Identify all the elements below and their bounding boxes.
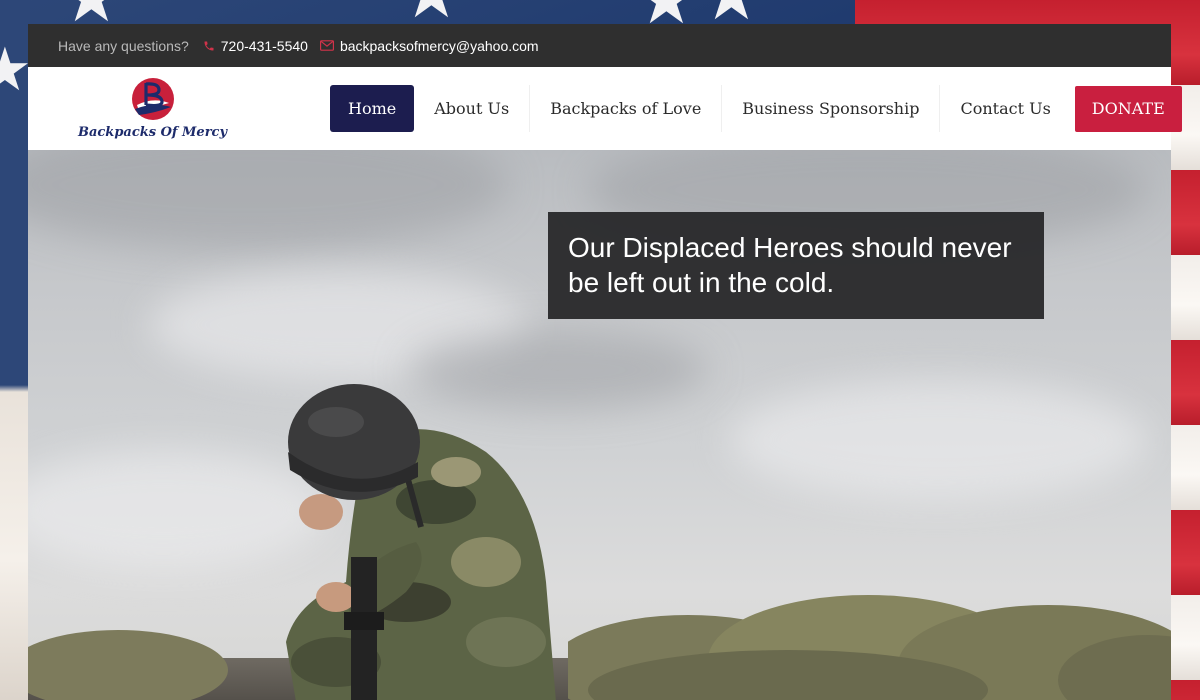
phone-link[interactable]: 720-431-5540 [203,38,308,54]
site-header: Backpacks Of Mercy Home About Us Backpac… [28,67,1182,150]
top-contact-bar: Have any questions? 720-431-5540 backpac… [28,24,1171,67]
hero-headline: Our Displaced Heroes should never be lef… [548,212,1044,319]
email-address: backpacksofmercy@yahoo.com [339,37,539,54]
email-link[interactable]: backpacksofmercy@yahoo.com [319,37,539,54]
hero-banner: Our Displaced Heroes should never be lef… [28,150,1171,700]
questions-label: Have any questions? [58,37,189,54]
nav-backpacks-of-love[interactable]: Backpacks of Love [530,85,723,132]
site-logo[interactable]: Backpacks Of Mercy [77,75,228,143]
nav-contact-us[interactable]: Contact Us [940,85,1070,132]
left-brush-image [28,630,228,700]
phone-icon [204,41,214,50]
logo-mark-icon [131,78,174,120]
kneeling-soldier-image [286,384,556,700]
envelope-icon [319,40,334,51]
logo-text: Backpacks Of Mercy [77,125,228,140]
nav-about-us[interactable]: About Us [414,85,531,132]
donate-button[interactable]: DONATE [1074,85,1182,132]
main-navigation: Home About Us Backpacks of Love Business… [330,85,1182,132]
nav-home[interactable]: Home [330,85,415,132]
nav-business-sponsorship[interactable]: Business Sponsorship [722,85,941,132]
phone-number: 720-431-5540 [220,37,308,54]
flag-left-edge [0,0,30,700]
dry-brush-image [568,595,1171,700]
